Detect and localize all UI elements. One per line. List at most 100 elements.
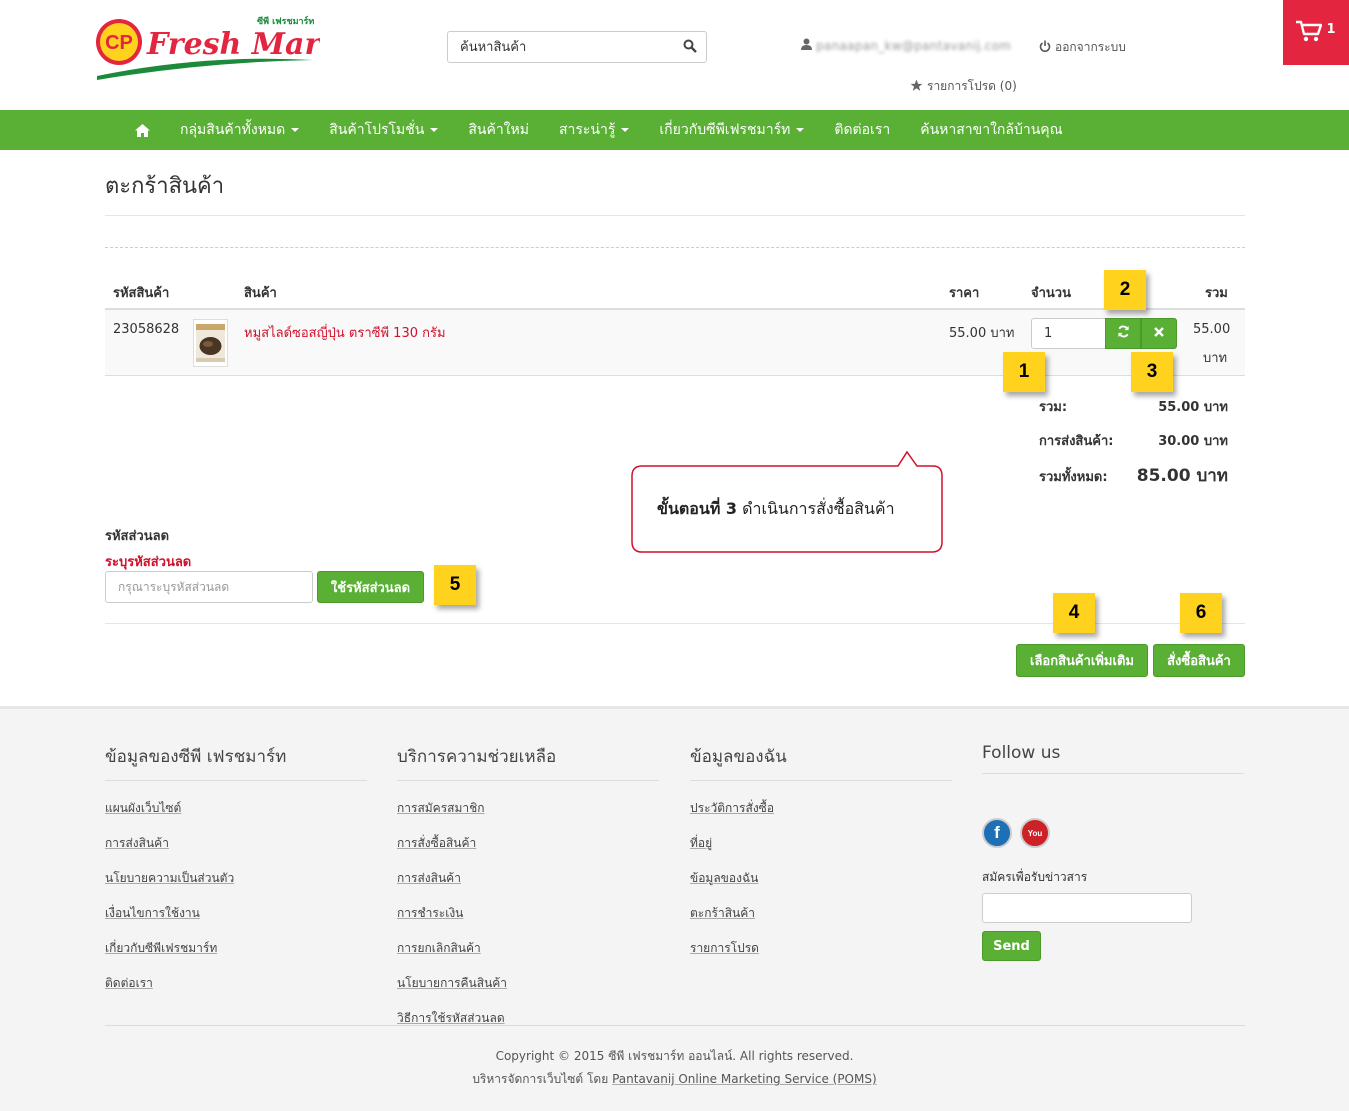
newsletter-label: สมัครเพื่อรับข่าวสาร	[982, 870, 1088, 884]
product-name-link[interactable]: หมูสไลด์ซอสญี่ปุ่น ตราซีพี 130 กรัม	[244, 322, 446, 343]
page-title: ตะกร้าสินค้า	[105, 174, 225, 199]
search-icon[interactable]	[683, 39, 697, 57]
callout-description: ดำเนินการสั่งซื้อสินค้า	[737, 499, 895, 518]
footer: ข้อมูลของซีพี เฟรชมาร์ท แผนผังเว็บไซต์ ก…	[0, 706, 1349, 1111]
column-header-price: ราคา	[949, 286, 980, 301]
annotation-badge-1: 1	[1003, 352, 1045, 392]
annotation-badge-2: 2	[1104, 270, 1146, 310]
annotation-badge-5: 5	[434, 565, 476, 605]
search-input[interactable]	[448, 32, 668, 62]
remove-item-button[interactable]	[1141, 318, 1177, 349]
shipping-value: 30.00 บาท	[1158, 434, 1228, 449]
newsletter-email-input[interactable]	[982, 893, 1192, 923]
wishlist-link[interactable]: รายการโปรด (0)	[910, 77, 1017, 96]
caret-down-icon	[291, 128, 300, 132]
quantity-input[interactable]: 1	[1031, 318, 1106, 349]
footer-link-contact[interactable]: ติดต่อเรา	[105, 974, 367, 993]
nav-new-products[interactable]: สินค้าใหม่	[468, 119, 529, 141]
footer-col-title: Follow us	[982, 743, 1244, 774]
svg-text:Fresh Mart: Fresh Mart	[146, 27, 320, 62]
footer-link-payment[interactable]: การชำระเงิน	[397, 904, 659, 923]
logout-label: ออกจากระบบ	[1055, 40, 1126, 54]
caret-down-icon	[621, 128, 630, 132]
wishlist-label: รายการโปรด (0)	[927, 79, 1017, 93]
continue-shopping-button[interactable]: เลือกสินค้าเพิ่มเติม	[1016, 644, 1148, 677]
update-quantity-button[interactable]	[1105, 318, 1141, 349]
apply-coupon-button[interactable]: ใช้รหัสส่วนลด	[317, 571, 424, 603]
caret-down-icon	[430, 128, 439, 132]
footer-link-my-info[interactable]: ข้อมูลของฉัน	[690, 869, 952, 888]
coupon-field[interactable]	[105, 571, 313, 603]
footer-link-privacy[interactable]: นโยบายความเป็นส่วนตัว	[105, 869, 367, 888]
cart-button[interactable]: 1	[1283, 0, 1349, 65]
footer-col-cp-info: ข้อมูลของซีพี เฟรชมาร์ท แผนผังเว็บไซต์ ก…	[105, 743, 367, 993]
row-total-unit: บาท	[1203, 351, 1228, 366]
column-header-total: รวม	[1205, 286, 1228, 301]
logout-link[interactable]: ออกจากระบบ	[1039, 38, 1126, 57]
power-icon	[1039, 40, 1051, 55]
footer-link-address[interactable]: ที่อยู่	[690, 834, 952, 853]
user-email: panaapan_kw@pantavanij.com	[816, 38, 1012, 53]
nav-contact[interactable]: ติดต่อเรา	[834, 119, 890, 141]
home-icon[interactable]	[135, 123, 150, 137]
footer-link-about[interactable]: เกี่ยวกับซีพีเฟรชมาร์ท	[105, 939, 367, 958]
row-total-amount: 55.00	[1193, 322, 1231, 337]
coupon-input[interactable]	[106, 572, 312, 602]
nav-label: เกี่ยวกับซีพีเฟรชมาร์ท	[659, 122, 791, 138]
footer-link-delivery[interactable]: การส่งสินค้า	[397, 869, 659, 888]
poms-link[interactable]: Pantavanij Online Marketing Service (POM…	[612, 1072, 877, 1086]
grand-total-value: 85.00 บาท	[1136, 466, 1228, 486]
subtotal-label: รวม:	[1039, 400, 1068, 415]
footer-link-returns[interactable]: นโยบายการคืนสินค้า	[397, 974, 659, 993]
user-account[interactable]: panaapan_kw@pantavanij.com	[801, 38, 1011, 53]
footer-divider	[105, 1025, 1245, 1026]
footer-link-shipping[interactable]: การส่งสินค้า	[105, 834, 367, 853]
cart-icon	[1296, 20, 1323, 46]
divider	[105, 247, 1245, 248]
main-navbar: กลุ่มสินค้าทั้งหมด สินค้าโปรโมชั่น สินค้…	[0, 110, 1349, 150]
footer-col-title: บริการความช่วยเหลือ	[397, 743, 659, 781]
checkout-button[interactable]: สั่งซื้อสินค้า	[1153, 644, 1245, 677]
footer-col-follow: Follow us f You สมัครเพื่อรับข่าวสาร Sen…	[982, 743, 1244, 961]
user-icon	[801, 38, 812, 53]
footer-link-wishlist[interactable]: รายการโปรด	[690, 939, 952, 958]
footer-col-title: ข้อมูลของซีพี เฟรชมาร์ท	[105, 743, 367, 781]
footer-link-terms[interactable]: เงื่อนไขการใช้งาน	[105, 904, 367, 923]
footer-col-my-info: ข้อมูลของฉัน ประวัติการสั่งซื้อ ที่อยู่ …	[690, 743, 952, 958]
cp-freshmart-logo[interactable]: CP Fresh Mart ซีพี เฟรชมาร์ท	[95, 14, 334, 80]
refresh-icon	[1117, 325, 1130, 342]
footer-link-ordering[interactable]: การสั่งซื้อสินค้า	[397, 834, 659, 853]
nav-label: ติดต่อเรา	[834, 122, 891, 138]
nav-promotions[interactable]: สินค้าโปรโมชั่น	[329, 119, 439, 141]
nav-label: กลุ่มสินค้าทั้งหมด	[180, 122, 286, 138]
nav-all-categories[interactable]: กลุ่มสินค้าทั้งหมด	[180, 119, 300, 141]
nav-label: สาระน่ารู้	[558, 122, 616, 138]
svg-text:CP: CP	[105, 32, 133, 54]
newsletter-send-button[interactable]: Send	[982, 931, 1041, 961]
nav-find-branch[interactable]: ค้นหาสาขาใกล้บ้านคุณ	[920, 119, 1062, 141]
close-icon	[1154, 326, 1164, 341]
footer-link-cart[interactable]: ตะกร้าสินค้า	[690, 904, 952, 923]
grand-total-label: รวมทั้งหมด:	[1039, 470, 1108, 485]
youtube-icon[interactable]: You	[1020, 818, 1050, 848]
cart-count: 1	[1326, 22, 1336, 37]
annotation-badge-3: 3	[1131, 352, 1173, 392]
search-box[interactable]	[447, 31, 707, 63]
star-icon	[910, 79, 923, 95]
nav-label: ค้นหาสาขาใกล้บ้านคุณ	[920, 122, 1063, 138]
footer-link-sitemap[interactable]: แผนผังเว็บไซต์	[105, 799, 367, 818]
nav-articles[interactable]: สาระน่ารู้	[558, 119, 630, 141]
facebook-icon[interactable]: f	[982, 818, 1012, 848]
product-code: 23058628	[113, 322, 180, 337]
footer-link-order-history[interactable]: ประวัติการสั่งซื้อ	[690, 799, 952, 818]
nav-about[interactable]: เกี่ยวกับซีพีเฟรชมาร์ท	[659, 119, 805, 141]
column-header-product: สินค้า	[244, 286, 277, 301]
footer-link-register[interactable]: การสมัครสมาชิก	[397, 799, 659, 818]
footer-link-cancel[interactable]: การยกเลิกสินค้า	[397, 939, 659, 958]
coupon-title: รหัสส่วนลด	[105, 529, 170, 544]
column-header-code: รหัสสินค้า	[113, 286, 170, 301]
coupon-required-label: ระบุรหัสส่วนลด	[105, 555, 192, 570]
product-thumbnail[interactable]	[193, 319, 228, 367]
nav-label: สินค้าโปรโมชั่น	[329, 122, 425, 138]
annotation-badge-4: 4	[1053, 593, 1095, 633]
